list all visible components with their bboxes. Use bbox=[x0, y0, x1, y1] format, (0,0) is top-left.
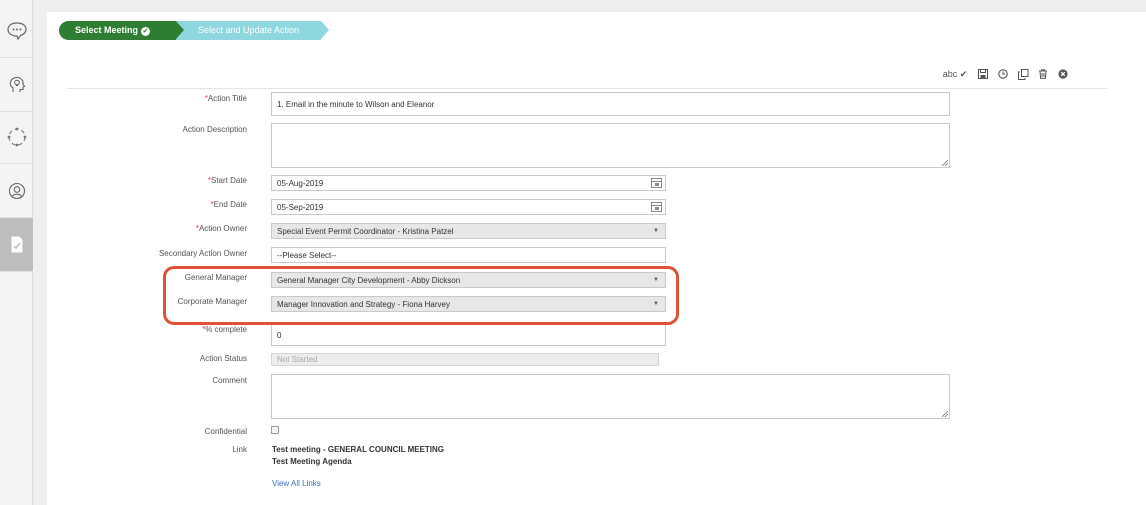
chat-bubble-icon bbox=[6, 21, 27, 40]
rail-item-idea[interactable] bbox=[0, 58, 33, 112]
close-button[interactable] bbox=[1053, 66, 1073, 82]
action-owner-label: *Action Owner bbox=[195, 224, 247, 233]
confidential-label: Confidential bbox=[204, 427, 247, 436]
action-status-label: Action Status bbox=[199, 354, 247, 363]
resize-handle-icon[interactable] bbox=[942, 411, 948, 417]
main-panel: Select Meeting ✔ Select and Update Action… bbox=[47, 12, 1146, 505]
copy-icon bbox=[1017, 68, 1028, 80]
action-title-input[interactable]: 1. Email in the minute to Wilson and Ele… bbox=[271, 92, 950, 116]
action-status-field: Not Started bbox=[271, 353, 659, 366]
delete-button[interactable] bbox=[1033, 66, 1053, 82]
checkmark-icon: ✔ bbox=[959, 68, 968, 79]
trash-icon bbox=[1039, 69, 1047, 79]
copy-button[interactable] bbox=[1013, 66, 1033, 82]
secondary-action-owner-select[interactable]: --Please Select-- bbox=[271, 247, 666, 263]
rail-item-actions[interactable] bbox=[0, 218, 33, 272]
linked-agenda-text[interactable]: Test Meeting Agenda bbox=[272, 457, 352, 466]
save-icon bbox=[978, 69, 988, 79]
document-check-icon bbox=[11, 236, 22, 252]
wizard-steps: Select Meeting ✔ Select and Update Action bbox=[59, 21, 329, 40]
rail-item-chat[interactable] bbox=[0, 4, 33, 58]
action-description-label: Action Description bbox=[182, 125, 247, 134]
calendar-icon[interactable] bbox=[651, 202, 662, 212]
close-circle-icon bbox=[1058, 69, 1068, 79]
secondary-action-owner-label: Secondary Action Owner bbox=[158, 249, 247, 258]
end-date-input[interactable]: 05-Sep-2019 bbox=[271, 199, 666, 215]
cycle-circle-icon bbox=[7, 127, 26, 146]
action-toolbar: abc ✔ bbox=[937, 66, 1073, 82]
calendar-icon[interactable] bbox=[651, 178, 662, 188]
percent-complete-label: *% complete bbox=[202, 325, 247, 334]
rail-item-cycle[interactable] bbox=[0, 110, 33, 164]
start-date-label: *Start Date bbox=[207, 176, 247, 185]
user-circle-icon bbox=[8, 182, 25, 199]
highlight-annotation bbox=[163, 266, 679, 325]
spell-check-label: abc bbox=[942, 69, 958, 79]
comment-textarea[interactable] bbox=[271, 374, 950, 419]
head-lightbulb-icon bbox=[9, 76, 25, 92]
step-select-meeting-label: Select Meeting bbox=[75, 25, 139, 35]
step-select-update-action-label: Select and Update Action bbox=[198, 25, 300, 35]
spell-check-button[interactable]: abc ✔ bbox=[937, 66, 973, 82]
confidential-checkbox[interactable] bbox=[271, 426, 279, 434]
linked-meeting-text[interactable]: Test meeting - GENERAL COUNCIL MEETING bbox=[272, 445, 444, 454]
comment-label: Comment bbox=[212, 376, 247, 385]
action-description-textarea[interactable] bbox=[271, 123, 950, 168]
resize-handle-icon[interactable] bbox=[942, 160, 948, 166]
toolbar-divider bbox=[67, 88, 1107, 89]
save-button[interactable] bbox=[973, 66, 993, 82]
chevron-down-icon: ▼ bbox=[653, 228, 659, 234]
action-title-label: *Action Title bbox=[204, 94, 247, 103]
rail-item-profile[interactable] bbox=[0, 164, 33, 218]
step-select-update-action[interactable]: Select and Update Action bbox=[175, 21, 329, 40]
clock-icon bbox=[998, 69, 1008, 79]
end-date-label: *End Date bbox=[210, 200, 247, 209]
left-icon-rail bbox=[0, 0, 33, 505]
history-button[interactable] bbox=[993, 66, 1013, 82]
percent-complete-input[interactable]: 0 bbox=[271, 324, 666, 346]
action-owner-select[interactable]: Special Event Permit Coordinator - Krist… bbox=[271, 223, 666, 239]
link-label: Link bbox=[232, 445, 247, 454]
view-all-links-link[interactable]: View All Links bbox=[272, 479, 321, 488]
check-circle-icon: ✔ bbox=[141, 27, 151, 36]
start-date-input[interactable]: 05-Aug-2019 bbox=[271, 175, 666, 191]
step-select-meeting[interactable]: Select Meeting ✔ bbox=[59, 21, 184, 40]
